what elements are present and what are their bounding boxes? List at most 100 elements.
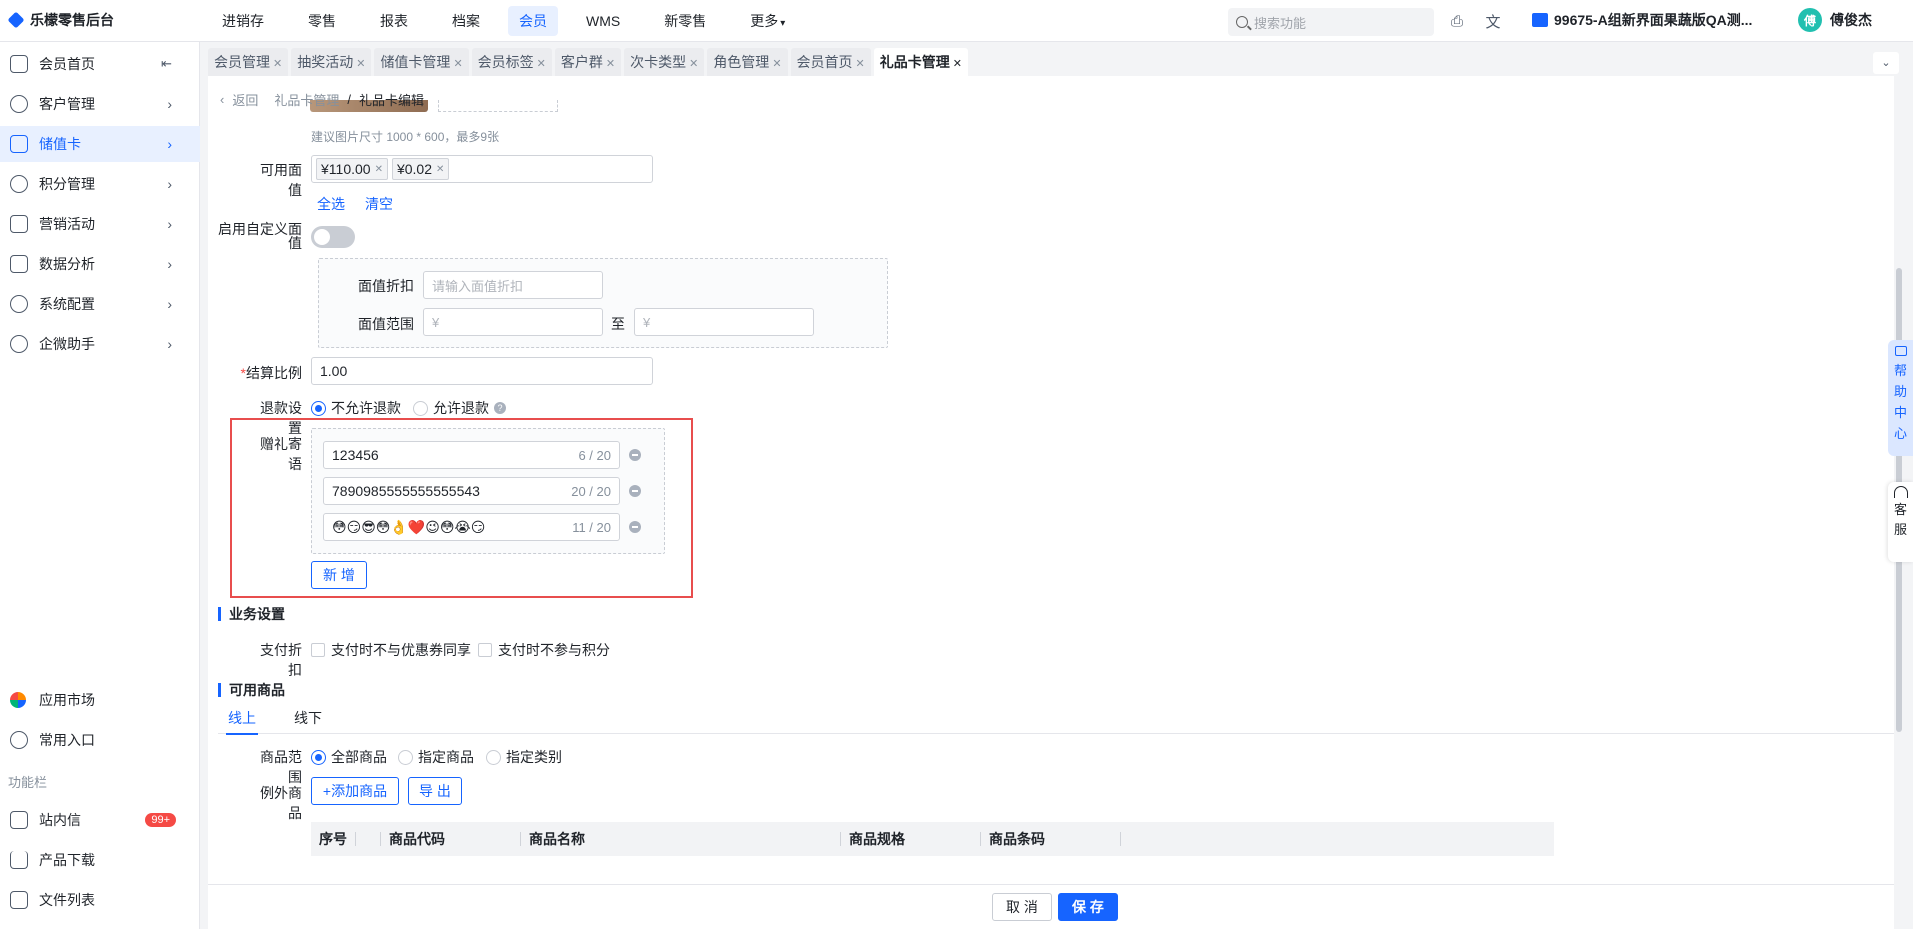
- breadcrumb-parent[interactable]: 礼品卡管理: [274, 90, 339, 109]
- tab-online[interactable]: 线上: [226, 708, 258, 735]
- close-icon[interactable]: ✕: [953, 58, 962, 70]
- column-header-spec: 商品规格: [841, 822, 981, 856]
- sidebar-item-messages[interactable]: 站内信 99+: [0, 802, 200, 838]
- close-icon[interactable]: ✕: [772, 58, 781, 70]
- help-icon[interactable]: ?: [494, 402, 506, 414]
- char-counter: 6 / 20: [578, 447, 611, 463]
- user-menu[interactable]: 傅 傅俊杰: [1798, 8, 1872, 32]
- translate-icon[interactable]: 文: [1482, 10, 1504, 32]
- column-header-index: 序号: [311, 822, 356, 856]
- sidebar-item-customers[interactable]: 客户管理 ›: [0, 86, 200, 122]
- customer-service-button[interactable]: 客 服: [1888, 482, 1913, 562]
- select-all-link[interactable]: 全选: [317, 194, 345, 214]
- column-label: 商品规格: [849, 831, 905, 847]
- tab-label: 角色管理: [713, 54, 770, 70]
- sidebar-item-app-market[interactable]: 应用市场: [0, 682, 200, 718]
- topnav-item-retail[interactable]: 零售: [286, 6, 358, 36]
- user-icon: [10, 95, 28, 113]
- no-points-checkbox[interactable]: 支付时不参与积分: [478, 640, 610, 660]
- save-button[interactable]: 保 存: [1058, 893, 1118, 921]
- add-goods-button[interactable]: +添加商品: [311, 777, 399, 805]
- sidebar-item-favorites[interactable]: 常用入口: [0, 722, 200, 758]
- sidebar-item-label: 文件列表: [39, 892, 95, 908]
- app-logo[interactable]: 乐檬零售后台: [7, 10, 114, 30]
- tab-punch-card-types[interactable]: 次卡类型 ✕: [624, 48, 705, 76]
- tab-label: 客户群: [560, 54, 603, 70]
- download-icon: [10, 851, 28, 869]
- printer-icon[interactable]: ⎙: [1446, 10, 1468, 32]
- remove-chip-icon[interactable]: ✕: [436, 164, 444, 175]
- collapse-sidebar-icon[interactable]: ⇤: [161, 56, 172, 72]
- topnav-item-archive[interactable]: 档案: [430, 6, 502, 36]
- remove-message-icon[interactable]: [629, 485, 641, 497]
- breadcrumb-separator: /: [347, 92, 351, 107]
- tab-member-tags[interactable]: 会员标签 ✕: [471, 48, 552, 76]
- tabs-dropdown-icon[interactable]: ⌄: [1873, 52, 1899, 74]
- topnav-item-wms[interactable]: WMS: [564, 6, 642, 36]
- topnav-item-reports[interactable]: 报表: [358, 6, 430, 36]
- remove-message-icon[interactable]: [629, 449, 641, 461]
- column-label: 商品名称: [529, 831, 585, 847]
- close-icon[interactable]: ✕: [273, 58, 282, 70]
- scope-specific-radio[interactable]: 指定商品: [398, 747, 474, 767]
- tab-lottery[interactable]: 抽奖活动 ✕: [291, 48, 372, 76]
- clear-link[interactable]: 清空: [365, 194, 393, 214]
- gift-message-input[interactable]: 😳😏😎😳👌❤️😉😳😭😏 11 / 20: [323, 513, 620, 541]
- topnav-item-new-retail[interactable]: 新零售: [642, 6, 728, 36]
- custom-face-toggle[interactable]: [311, 226, 355, 248]
- topnav-item-inventory[interactable]: 进销存: [200, 6, 286, 36]
- range-min-input[interactable]: ¥: [423, 308, 603, 336]
- topnav-item-more[interactable]: 更多 ▾: [728, 6, 807, 36]
- cancel-button[interactable]: 取 消: [992, 893, 1052, 921]
- help-center-button[interactable]: 帮 助 中 心: [1888, 340, 1913, 456]
- close-icon[interactable]: ✕: [689, 58, 698, 70]
- sidebar-item-settings[interactable]: 系统配置 ›: [0, 286, 200, 322]
- close-icon[interactable]: ✕: [537, 58, 546, 70]
- scope-category-radio[interactable]: 指定类别: [486, 747, 562, 767]
- close-icon[interactable]: ✕: [356, 58, 365, 70]
- scope-all-radio[interactable]: 全部商品: [311, 747, 387, 767]
- close-icon[interactable]: ✕: [856, 58, 865, 70]
- sidebar-item-points[interactable]: 积分管理 ›: [0, 166, 200, 202]
- no-coupon-checkbox[interactable]: 支付时不与优惠券同享: [311, 640, 471, 660]
- gift-message-input[interactable]: 123456 6 / 20: [323, 441, 620, 469]
- tab-member-management[interactable]: 会员管理 ✕: [208, 48, 289, 76]
- back-link[interactable]: 返回: [232, 90, 258, 109]
- sidebar-item-downloads[interactable]: 产品下载: [0, 842, 200, 878]
- sidebar-item-files[interactable]: 文件列表: [0, 882, 200, 918]
- tab-roles[interactable]: 角色管理 ✕: [707, 48, 788, 76]
- remove-chip-icon[interactable]: ✕: [375, 164, 383, 175]
- face-value-select[interactable]: ¥110.00 ✕ ¥0.02 ✕: [311, 155, 653, 183]
- close-icon[interactable]: ✕: [606, 58, 615, 70]
- gift-message-input[interactable]: 7890985555555555543 20 / 20: [323, 477, 620, 505]
- add-message-button[interactable]: 新 增: [311, 561, 367, 589]
- export-button[interactable]: 导 出: [408, 777, 462, 805]
- sidebar-item-label: 产品下载: [39, 852, 95, 868]
- search-input[interactable]: 搜索功能: [1228, 8, 1434, 36]
- close-icon[interactable]: ✕: [453, 58, 462, 70]
- sidebar-item-member-home[interactable]: 会员首页 ⇤: [0, 46, 200, 82]
- topnav-item-member[interactable]: 会员: [508, 6, 558, 36]
- sidebar-item-analytics[interactable]: 数据分析 ›: [0, 246, 200, 282]
- range-max-input[interactable]: ¥: [634, 308, 814, 336]
- refund-no-radio[interactable]: 不允许退款: [311, 398, 401, 418]
- sidebar-item-marketing[interactable]: 营销活动 ›: [0, 206, 200, 242]
- tab-stored-card-management[interactable]: 储值卡管理 ✕: [374, 48, 469, 76]
- store-selector[interactable]: 99675-A组新界面果蔬版QA测...: [1532, 10, 1752, 30]
- radio-label: 全部商品: [331, 749, 387, 765]
- remove-message-icon[interactable]: [629, 521, 641, 533]
- tab-label: 会员标签: [477, 54, 534, 70]
- tab-member-home[interactable]: 会员首页 ✕: [790, 48, 871, 76]
- refund-yes-radio[interactable]: 允许退款?: [413, 398, 506, 418]
- settle-ratio-input[interactable]: 1.00: [311, 357, 653, 385]
- sidebar-item-label: 系统配置: [39, 296, 95, 312]
- image-upload-slot[interactable]: [438, 100, 558, 112]
- tab-offline[interactable]: 线下: [294, 708, 322, 728]
- avatar: 傅: [1798, 8, 1822, 32]
- tab-gift-card-management[interactable]: 礼品卡管理 ✕: [873, 48, 968, 76]
- sidebar-item-wecom-assistant[interactable]: 企微助手 ›: [0, 326, 200, 362]
- sidebar-item-stored-value-card[interactable]: 储值卡 ›: [0, 126, 200, 162]
- discount-input[interactable]: 请输入面值折扣: [423, 271, 603, 299]
- back-icon[interactable]: ‹: [220, 92, 224, 107]
- tab-customer-groups[interactable]: 客户群 ✕: [554, 48, 622, 76]
